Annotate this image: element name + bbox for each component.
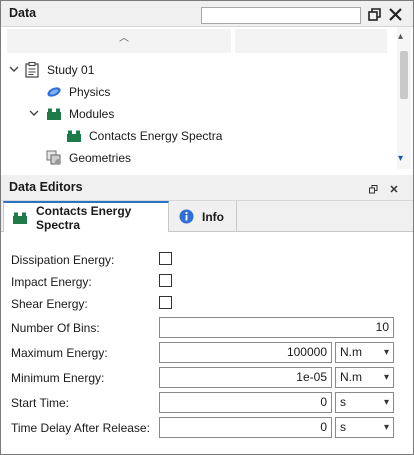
- modules-icon: [45, 106, 63, 122]
- shear-energy-checkbox[interactable]: [159, 296, 172, 309]
- scrollbar-thumb[interactable]: [400, 51, 408, 99]
- data-panel-header: Data: [1, 1, 413, 27]
- start-time-input[interactable]: 0: [159, 392, 332, 413]
- maximum-energy-input[interactable]: 100000: [159, 342, 332, 363]
- time-delay-label: Time Delay After Release:: [11, 421, 150, 435]
- scroll-up-icon[interactable]: ▴: [398, 31, 403, 42]
- geometries-icon: [45, 150, 63, 166]
- editor-form: Dissipation Energy: Impact Energy: Shear…: [1, 232, 413, 454]
- tree-item-label: Physics: [69, 85, 111, 99]
- number-of-bins-label: Number Of Bins:: [11, 321, 100, 335]
- time-delay-unit-select[interactable]: s ▾: [335, 417, 394, 438]
- sort-chevron-icon: ︿: [119, 33, 129, 44]
- maximum-energy-label: Maximum Energy:: [11, 346, 108, 360]
- panel-close-icon[interactable]: [385, 180, 403, 198]
- tab-label: Contacts Energy Spectra: [36, 203, 132, 232]
- maximum-energy-unit-select[interactable]: N.m ▾: [335, 342, 394, 363]
- start-time-unit-select[interactable]: s ▾: [335, 392, 394, 413]
- clipboard-icon: [23, 62, 41, 78]
- collapse-chevron-icon[interactable]: [29, 108, 45, 121]
- impact-energy-checkbox[interactable]: [159, 274, 172, 287]
- impact-energy-label: Impact Energy:: [11, 275, 92, 289]
- float-panel-icon[interactable]: [364, 180, 382, 198]
- number-of-bins-input[interactable]: 10: [159, 317, 394, 338]
- tab-label: Info: [202, 209, 224, 224]
- minimum-energy-input[interactable]: 1e-05: [159, 367, 332, 388]
- tree-item-geometries[interactable]: Geometries: [45, 148, 131, 168]
- start-time-label: Start Time:: [11, 396, 70, 410]
- close-icon[interactable]: [386, 5, 404, 23]
- tree-item-modules[interactable]: Modules: [29, 104, 114, 124]
- info-icon: [179, 209, 194, 224]
- tree-item-label: Contacts Energy Spectra: [89, 129, 223, 143]
- tree-item-study[interactable]: Study 01: [9, 60, 94, 80]
- minimum-energy-label: Minimum Energy:: [11, 371, 105, 385]
- restore-window-icon[interactable]: [365, 5, 383, 23]
- main-window: Data ︿ ▴ ▾ Study 01 Physics Modules Cont…: [0, 0, 414, 455]
- chevron-down-icon: ▾: [383, 372, 389, 383]
- module-block-icon: [12, 211, 28, 225]
- tree-item-label: Modules: [69, 107, 115, 121]
- dissipation-energy-label: Dissipation Energy:: [11, 253, 115, 267]
- tree-item-label: Geometries: [69, 151, 132, 165]
- editors-panel-title: Data Editors: [9, 180, 83, 194]
- unit-value: s: [340, 395, 346, 409]
- editors-panel-header: Data Editors: [1, 175, 413, 201]
- chevron-down-icon: ▾: [383, 397, 389, 408]
- unit-value: N.m: [340, 345, 362, 359]
- tree-item-label: Study 01: [47, 63, 95, 77]
- tab-info[interactable]: Info: [171, 201, 237, 232]
- editor-tabs: Contacts Energy Spectra Info: [1, 201, 413, 232]
- data-tree: ︿ ▴ ▾ Study 01 Physics Modules Contacts …: [1, 27, 413, 171]
- tree-item-contacts-energy-spectra[interactable]: Contacts Energy Spectra: [65, 126, 222, 146]
- tree-item-physics[interactable]: Physics: [45, 82, 110, 102]
- minimum-energy-unit-select[interactable]: N.m ▾: [335, 367, 394, 388]
- shear-energy-label: Shear Energy:: [11, 297, 88, 311]
- chevron-down-icon: ▾: [383, 422, 389, 433]
- tab-contacts-energy-spectra[interactable]: Contacts Energy Spectra: [3, 201, 169, 232]
- dissipation-energy-checkbox[interactable]: [159, 252, 172, 265]
- scroll-down-icon[interactable]: ▾: [398, 153, 403, 164]
- unit-value: s: [340, 420, 346, 434]
- chevron-down-icon: ▾: [383, 347, 389, 358]
- physics-icon: [45, 84, 63, 100]
- data-panel-title: Data: [9, 6, 37, 20]
- module-block-icon: [65, 128, 83, 144]
- time-delay-input[interactable]: 0: [159, 417, 332, 438]
- unit-value: N.m: [340, 370, 362, 384]
- tree-column-header-name[interactable]: ︿: [7, 29, 231, 53]
- collapse-chevron-icon[interactable]: [9, 64, 23, 77]
- data-search-input[interactable]: [201, 7, 361, 24]
- tree-vertical-scrollbar[interactable]: ▴ ▾: [397, 27, 411, 169]
- tree-column-header-value[interactable]: [235, 29, 387, 53]
